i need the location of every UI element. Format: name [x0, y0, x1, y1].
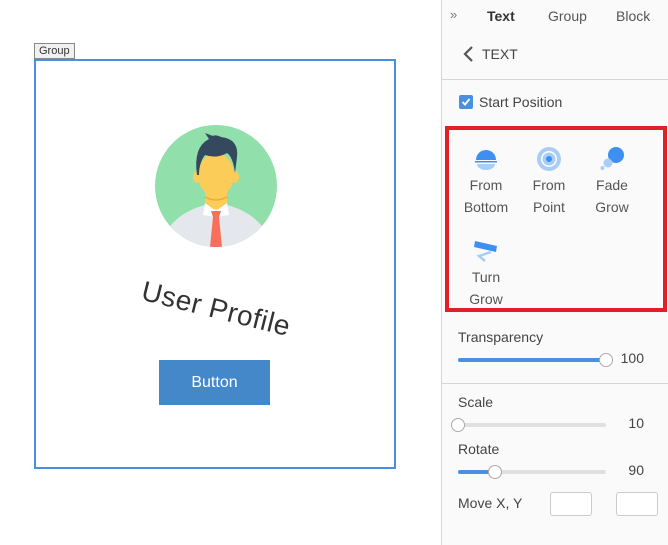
animation-from-bottom[interactable]: From Bottom — [455, 146, 517, 218]
collapse-panel-icon[interactable]: » — [450, 7, 457, 22]
turn-grow-icon — [474, 241, 497, 262]
group-tag[interactable]: Group — [34, 43, 75, 59]
scale-slider[interactable] — [451, 418, 606, 432]
divider — [442, 383, 668, 384]
animation-fade-grow[interactable]: Fade Grow — [581, 146, 643, 218]
animation-turn-grow[interactable]: Turn Grow — [455, 238, 517, 310]
move-y-input[interactable] — [616, 492, 658, 516]
group-container[interactable]: User Profile Button — [34, 59, 396, 469]
scale-value: 10 — [628, 415, 644, 431]
tab-group[interactable]: Group — [548, 8, 587, 24]
start-position-checkbox[interactable]: Start Position — [459, 94, 562, 110]
transparency-slider[interactable] — [458, 353, 613, 367]
move-x-input[interactable] — [550, 492, 592, 516]
rotate-slider[interactable] — [458, 465, 606, 479]
tab-text[interactable]: Text — [487, 8, 515, 24]
transparency-label: Transparency — [458, 329, 544, 345]
panel-tabs: » Text Group Block — [442, 0, 668, 33]
back-button[interactable]: TEXT — [462, 44, 518, 64]
rotate-label: Rotate — [458, 441, 500, 457]
animation-from-point[interactable]: From Point — [518, 146, 580, 218]
from-bottom-icon — [475, 150, 497, 170]
checkbox-checked-icon[interactable] — [459, 95, 473, 109]
profile-title[interactable]: User Profile — [135, 274, 298, 344]
design-canvas: Group User Profile Button — [0, 0, 441, 545]
move-xy-label: Move X, Y — [458, 495, 523, 511]
fade-grow-icon — [600, 147, 624, 170]
properties-panel: » Text Group Block TEXT Start Position F… — [441, 0, 668, 545]
slider-thumb[interactable] — [488, 465, 502, 479]
slider-thumb[interactable] — [599, 353, 613, 367]
primary-button[interactable]: Button — [159, 360, 270, 405]
chevron-left-icon — [463, 46, 473, 62]
slider-thumb[interactable] — [451, 418, 465, 432]
from-point-icon — [537, 147, 561, 171]
rotate-value: 90 — [628, 462, 644, 478]
user-avatar-icon — [155, 125, 277, 247]
tab-block[interactable]: Block — [616, 8, 650, 24]
scale-label: Scale — [458, 394, 494, 410]
transparency-value: 100 — [620, 350, 644, 366]
start-position-label: Start Position — [479, 94, 563, 110]
divider — [442, 79, 668, 80]
animation-options-highlight: From Bottom From Point Fade Grow Turn Gr… — [445, 126, 667, 312]
back-label: TEXT — [482, 46, 518, 62]
